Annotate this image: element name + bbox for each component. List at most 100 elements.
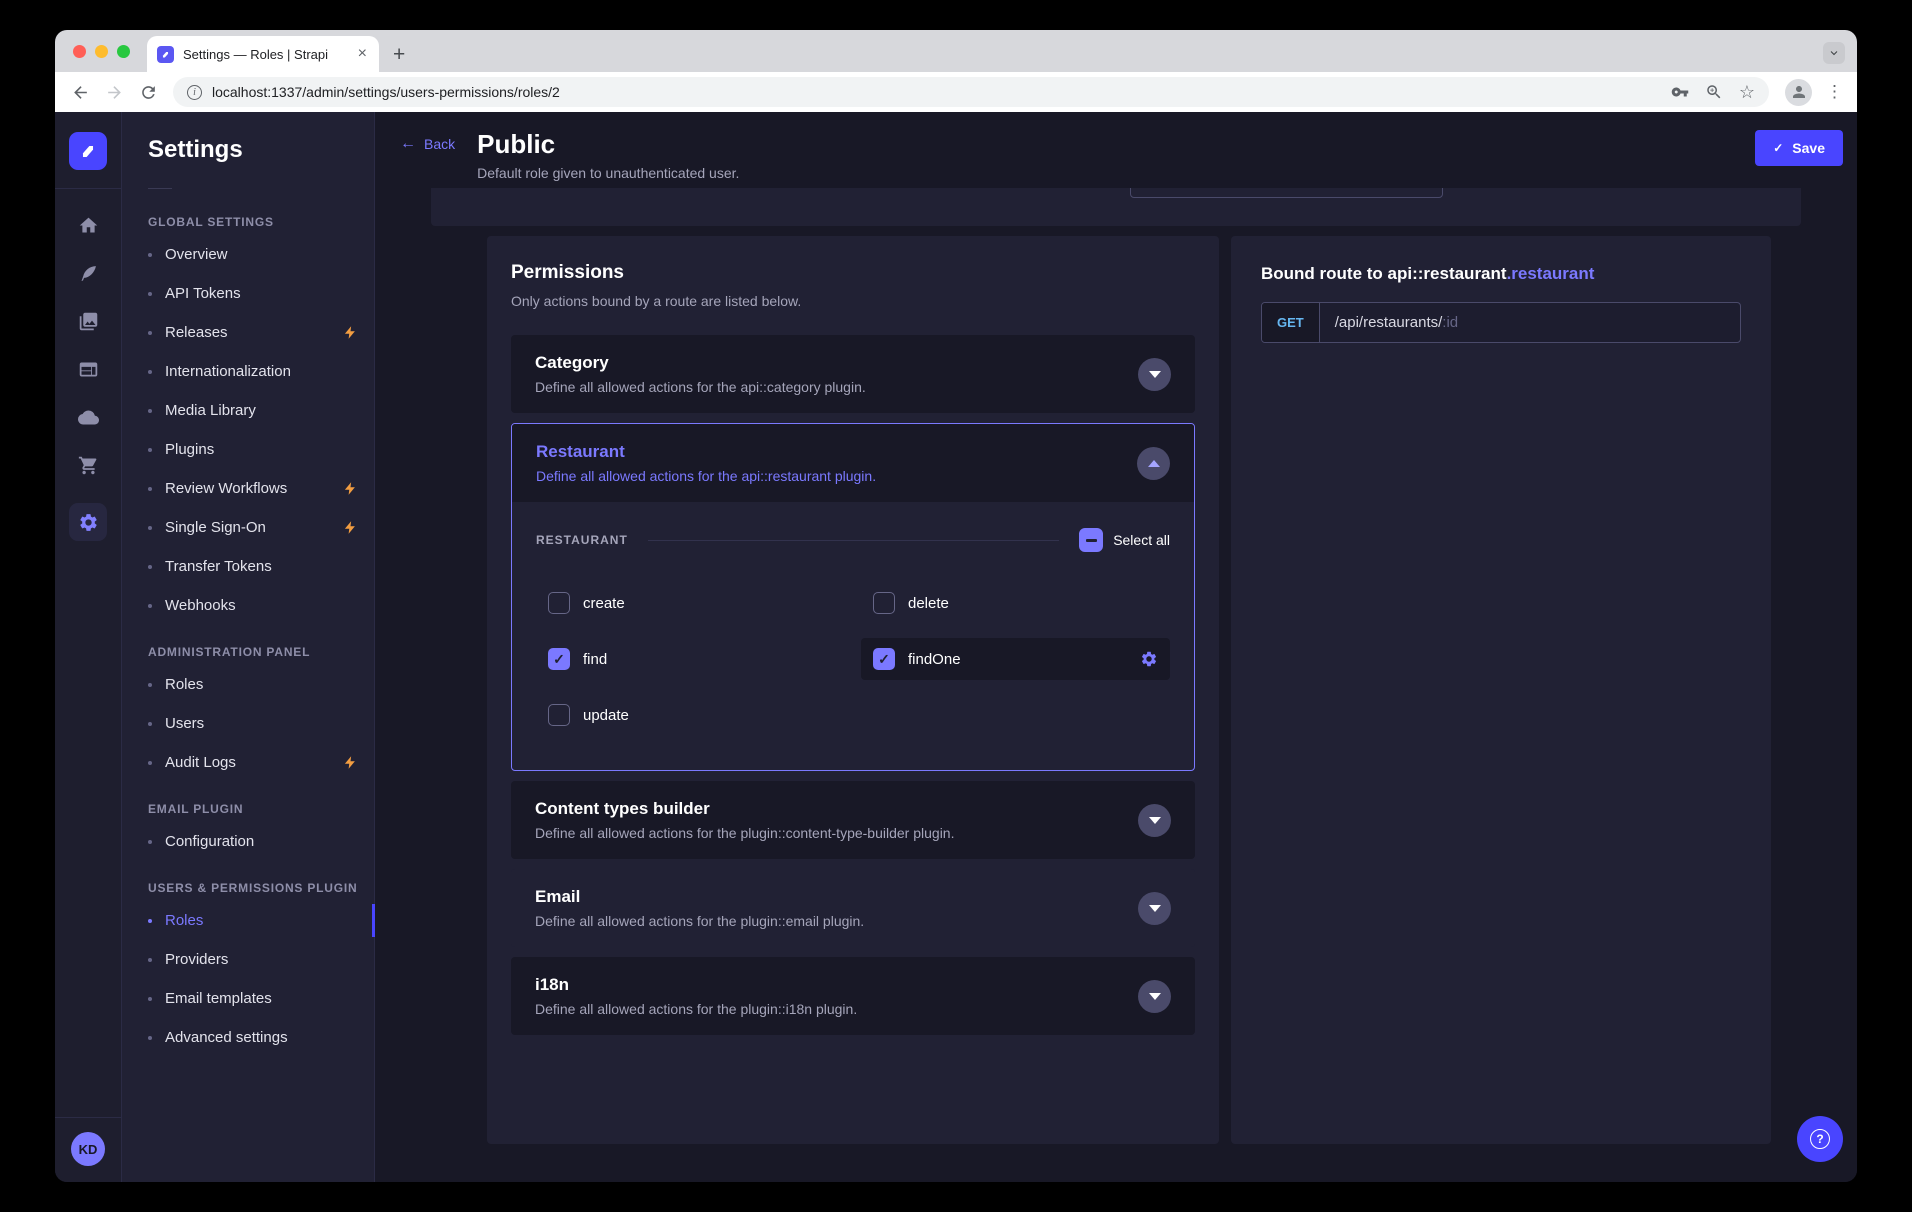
rail-divider bbox=[55, 188, 121, 189]
strapi-logo[interactable] bbox=[69, 132, 107, 170]
reload-button[interactable] bbox=[135, 79, 161, 105]
permission-update[interactable]: update bbox=[536, 694, 845, 736]
page-header: ← Back Public Default role given to unau… bbox=[375, 112, 1857, 188]
zoom-window-button[interactable] bbox=[117, 45, 130, 58]
subnav-item-plugins[interactable]: Plugins bbox=[122, 430, 374, 469]
deploy-cloud-icon[interactable] bbox=[78, 407, 99, 428]
accordion-restaurant: Restaurant Define all allowed actions fo… bbox=[511, 423, 1195, 771]
password-key-icon[interactable] bbox=[1671, 83, 1689, 101]
back-label: Back bbox=[424, 136, 455, 152]
tab-title: Settings — Roles | Strapi bbox=[183, 47, 347, 62]
site-info-icon[interactable]: i bbox=[187, 85, 202, 100]
page-subtitle: Default role given to unauthenticated us… bbox=[477, 165, 739, 181]
description-textarea-partial[interactable] bbox=[1130, 188, 1443, 198]
permission-find[interactable]: ✓ find bbox=[536, 638, 845, 680]
http-method-badge: GET bbox=[1262, 303, 1320, 342]
close-window-button[interactable] bbox=[73, 45, 86, 58]
route-input[interactable]: GET /api/restaurants/:id bbox=[1261, 302, 1741, 343]
accordion-category-header[interactable]: Category Define all allowed actions for … bbox=[511, 335, 1195, 413]
browser-toolbar: i localhost:1337/admin/settings/users-pe… bbox=[55, 72, 1857, 112]
save-button[interactable]: ✓ Save bbox=[1755, 130, 1843, 166]
content-type-builder-icon[interactable] bbox=[78, 359, 99, 380]
subnav-item-up-roles[interactable]: Roles bbox=[122, 901, 374, 940]
home-icon[interactable] bbox=[78, 215, 99, 236]
accordion-i18n: i18n Define all allowed actions for the … bbox=[511, 957, 1195, 1035]
subnav-title: Settings bbox=[122, 136, 374, 164]
subnav-item-transfer-tokens[interactable]: Transfer Tokens bbox=[122, 547, 374, 586]
user-avatar[interactable]: KD bbox=[71, 1132, 105, 1166]
accordion-email: Email Define all allowed actions for the… bbox=[511, 869, 1195, 947]
permissions-panel: Permissions Only actions bound by a rout… bbox=[487, 236, 1219, 1144]
browser-menu-icon[interactable]: ⋮ bbox=[1826, 82, 1843, 102]
marketplace-cart-icon[interactable] bbox=[78, 455, 99, 476]
accordion-restaurant-header[interactable]: Restaurant Define all allowed actions fo… bbox=[512, 424, 1194, 502]
section-header-administration-panel: ADMINISTRATION PANEL bbox=[122, 625, 374, 665]
subnav-item-email-configuration[interactable]: Configuration bbox=[122, 822, 374, 861]
subnav-item-releases[interactable]: Releases bbox=[122, 313, 374, 352]
route-settings-gear-icon[interactable] bbox=[1140, 650, 1158, 668]
bound-route-heading: Bound route to api::restaurant.restauran… bbox=[1261, 264, 1741, 284]
create-checkbox[interactable] bbox=[548, 592, 570, 614]
tab-search-chevron-icon[interactable] bbox=[1823, 42, 1845, 64]
back-button[interactable] bbox=[67, 79, 93, 105]
premium-lightning-icon bbox=[343, 481, 358, 496]
minimize-window-button[interactable] bbox=[95, 45, 108, 58]
permission-create[interactable]: create bbox=[536, 582, 845, 624]
subnav-item-media-library[interactable]: Media Library bbox=[122, 391, 374, 430]
address-bar[interactable]: i localhost:1337/admin/settings/users-pe… bbox=[173, 77, 1769, 107]
permission-findone[interactable]: ✓ findOne bbox=[861, 638, 1170, 680]
main-content: ← Back Public Default role given to unau… bbox=[375, 112, 1857, 1182]
back-arrow-icon: ← bbox=[400, 136, 416, 152]
permission-delete[interactable]: delete bbox=[861, 582, 1170, 624]
subnav-item-providers[interactable]: Providers bbox=[122, 940, 374, 979]
section-header-email-plugin: EMAIL PLUGIN bbox=[122, 782, 374, 822]
media-library-icon[interactable] bbox=[78, 311, 99, 332]
subnav-item-email-templates[interactable]: Email templates bbox=[122, 979, 374, 1018]
accordion-email-header[interactable]: Email Define all allowed actions for the… bbox=[511, 869, 1195, 947]
zoom-icon[interactable] bbox=[1705, 83, 1723, 101]
chevron-down-icon[interactable] bbox=[1138, 892, 1171, 925]
subnav-item-admin-roles[interactable]: Roles bbox=[122, 665, 374, 704]
update-checkbox[interactable] bbox=[548, 704, 570, 726]
subnav-item-webhooks[interactable]: Webhooks bbox=[122, 586, 374, 625]
tab-close-icon[interactable]: × bbox=[356, 46, 369, 62]
strapi-app: KD Settings GLOBAL SETTINGS Overview API… bbox=[55, 112, 1857, 1182]
settings-gear-icon[interactable] bbox=[69, 503, 107, 541]
select-all-control[interactable]: Select all bbox=[1079, 528, 1170, 552]
new-tab-button[interactable]: + bbox=[393, 44, 405, 65]
chevron-up-icon[interactable] bbox=[1137, 447, 1170, 480]
role-form-panel-bottom bbox=[431, 188, 1801, 226]
findone-checkbox[interactable]: ✓ bbox=[873, 648, 895, 670]
accordion-i18n-header[interactable]: i18n Define all allowed actions for the … bbox=[511, 957, 1195, 1035]
chevron-down-icon[interactable] bbox=[1138, 358, 1171, 391]
forward-button[interactable] bbox=[101, 79, 127, 105]
accordion-ctb-header[interactable]: Content types builder Define all allowed… bbox=[511, 781, 1195, 859]
browser-tab[interactable]: Settings — Roles | Strapi × bbox=[147, 36, 379, 72]
chevron-down-icon[interactable] bbox=[1138, 980, 1171, 1013]
subnav-item-internationalization[interactable]: Internationalization bbox=[122, 352, 374, 391]
subnav-item-admin-users[interactable]: Users bbox=[122, 704, 374, 743]
scroll-area[interactable]: Permissions Only actions bound by a rout… bbox=[375, 188, 1857, 1182]
premium-lightning-icon bbox=[343, 755, 358, 770]
group-label: RESTAURANT bbox=[536, 533, 628, 547]
subnav-item-overview[interactable]: Overview bbox=[122, 235, 374, 274]
subnav-item-advanced-settings[interactable]: Advanced settings bbox=[122, 1018, 374, 1057]
bookmark-star-icon[interactable]: ☆ bbox=[1739, 83, 1755, 101]
permissions-subtitle: Only actions bound by a route are listed… bbox=[511, 293, 1195, 309]
subnav-item-audit-logs[interactable]: Audit Logs bbox=[122, 743, 374, 782]
question-mark-icon: ? bbox=[1810, 1129, 1830, 1149]
chevron-down-icon[interactable] bbox=[1138, 804, 1171, 837]
find-checkbox[interactable]: ✓ bbox=[548, 648, 570, 670]
browser-profile-avatar[interactable] bbox=[1785, 79, 1812, 106]
help-button[interactable]: ? bbox=[1797, 1116, 1843, 1162]
back-link[interactable]: ← Back bbox=[400, 136, 455, 152]
subnav-item-single-sign-on[interactable]: Single Sign-On bbox=[122, 508, 374, 547]
subnav-item-api-tokens[interactable]: API Tokens bbox=[122, 274, 374, 313]
premium-lightning-icon bbox=[343, 520, 358, 535]
subnav-item-review-workflows[interactable]: Review Workflows bbox=[122, 469, 374, 508]
delete-checkbox[interactable] bbox=[873, 592, 895, 614]
select-all-checkbox[interactable] bbox=[1079, 528, 1103, 552]
tab-strip: Settings — Roles | Strapi × + bbox=[55, 30, 1857, 72]
content-manager-icon[interactable] bbox=[78, 263, 99, 284]
accordion-category: Category Define all allowed actions for … bbox=[511, 335, 1195, 413]
